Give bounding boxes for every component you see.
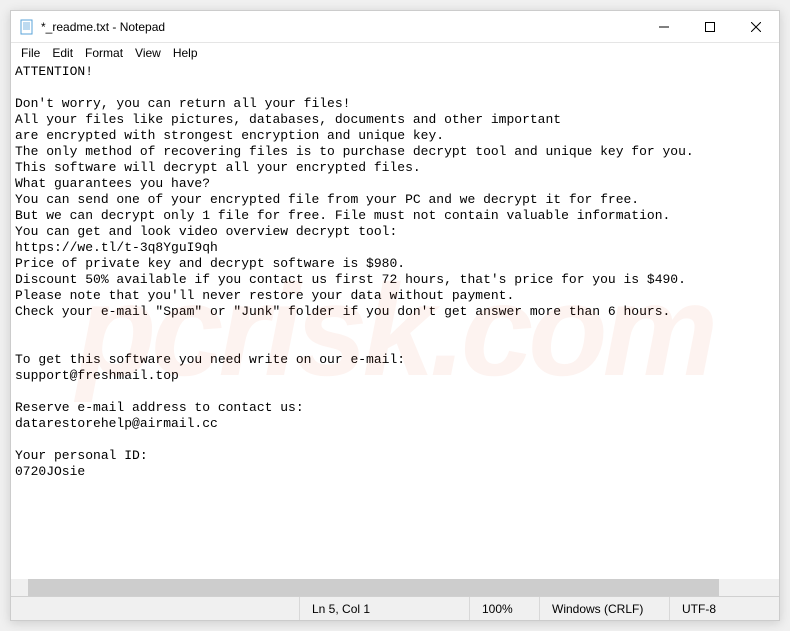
menu-format[interactable]: Format bbox=[79, 45, 129, 61]
menubar: File Edit Format View Help bbox=[11, 43, 779, 63]
menu-edit[interactable]: Edit bbox=[46, 45, 79, 61]
maximize-button[interactable] bbox=[687, 11, 733, 42]
menu-help[interactable]: Help bbox=[167, 45, 204, 61]
minimize-button[interactable] bbox=[641, 11, 687, 42]
window-controls bbox=[641, 11, 779, 42]
status-zoom: 100% bbox=[469, 597, 539, 620]
text-editor[interactable]: ATTENTION! Don't worry, you can return a… bbox=[11, 63, 779, 579]
status-line-ending: Windows (CRLF) bbox=[539, 597, 669, 620]
close-icon bbox=[751, 22, 761, 32]
titlebar[interactable]: *_readme.txt - Notepad bbox=[11, 11, 779, 43]
menu-view[interactable]: View bbox=[129, 45, 167, 61]
minimize-icon bbox=[659, 22, 669, 32]
maximize-icon bbox=[705, 22, 715, 32]
horizontal-scrollbar[interactable] bbox=[11, 579, 762, 596]
menu-file[interactable]: File bbox=[15, 45, 46, 61]
scrollbar-corner bbox=[762, 579, 779, 596]
window-title: *_readme.txt - Notepad bbox=[41, 20, 641, 34]
notepad-window: *_readme.txt - Notepad File Edit Format … bbox=[10, 10, 780, 621]
content-area: ATTENTION! Don't worry, you can return a… bbox=[11, 63, 779, 596]
horizontal-scrollbar-thumb[interactable] bbox=[28, 579, 719, 596]
status-encoding: UTF-8 bbox=[669, 597, 779, 620]
close-button[interactable] bbox=[733, 11, 779, 42]
statusbar: Ln 5, Col 1 100% Windows (CRLF) UTF-8 bbox=[11, 596, 779, 620]
notepad-icon bbox=[19, 19, 35, 35]
status-cursor-position: Ln 5, Col 1 bbox=[299, 597, 469, 620]
